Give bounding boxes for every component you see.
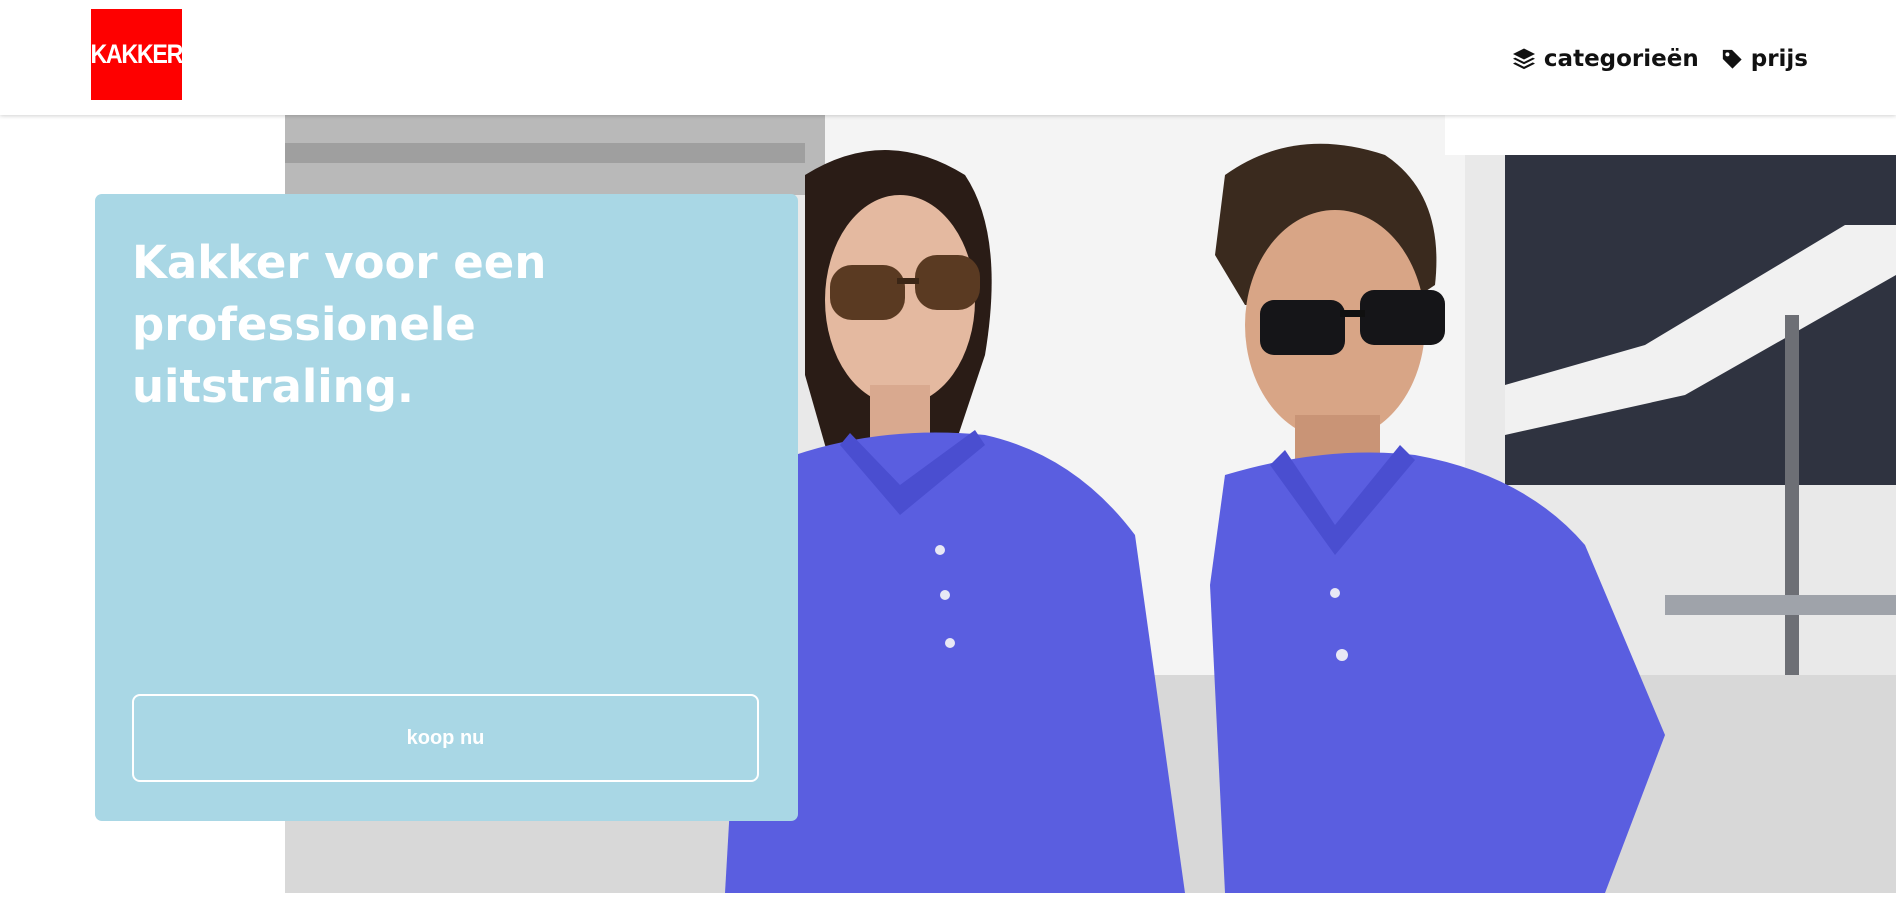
man-button-2 [1336, 649, 1348, 661]
man-sunglasses-left [1260, 300, 1345, 355]
buy-now-button[interactable]: koop nu [132, 694, 759, 782]
main-nav: categorieën prijs [1512, 42, 1808, 76]
right-lower-railing [1665, 595, 1896, 615]
left-canopy-edge [285, 143, 805, 163]
woman-sunglasses-bridge [897, 278, 919, 284]
nav-item-price[interactable]: prijs [1721, 46, 1808, 72]
nav-item-label: prijs [1750, 46, 1808, 72]
brand-logo-text: KAKKER [91, 39, 182, 69]
woman-button-3 [945, 638, 955, 648]
right-railing [1445, 115, 1896, 155]
man-sunglasses-right [1360, 290, 1445, 345]
nav-item-categories[interactable]: categorieën [1512, 46, 1699, 72]
woman-sunglasses-right [915, 255, 980, 310]
layers-icon [1512, 47, 1536, 71]
woman-sunglasses-left [830, 265, 905, 320]
site-header: KAKKER categorieën prijs [0, 0, 1896, 115]
hero-card: Kakker voor een professionele uitstralin… [95, 194, 798, 821]
tag-icon [1721, 48, 1743, 70]
hero-title: Kakker voor een professionele uitstralin… [132, 236, 547, 413]
brand-logo[interactable]: KAKKER [91, 9, 182, 100]
woman-button-2 [940, 590, 950, 600]
nav-item-label: categorieën [1543, 46, 1699, 72]
man-button-1 [1330, 588, 1340, 598]
man-sunglasses-bridge [1340, 310, 1365, 317]
woman-button-1 [935, 545, 945, 555]
